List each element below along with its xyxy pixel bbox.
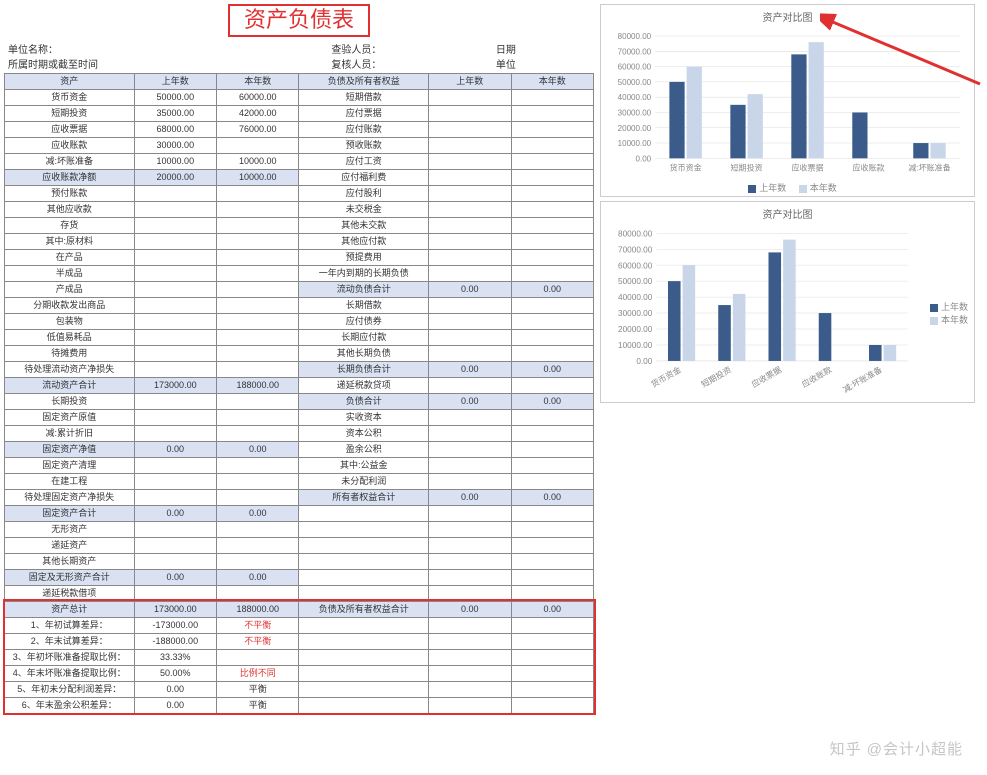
svg-text:60000.00: 60000.00: [618, 63, 652, 72]
svg-text:应收票据: 应收票据: [750, 365, 783, 390]
col-prev2: 上年数: [429, 73, 511, 89]
svg-text:50000.00: 50000.00: [618, 278, 653, 287]
table-row: 递延税款借项: [5, 585, 594, 601]
table-row: 货币资金50000.0060000.00短期借款: [5, 89, 594, 105]
table-row: 无形资产: [5, 521, 594, 537]
table-row: 固定资产合计0.000.00: [5, 505, 594, 521]
col-asset: 资产: [5, 73, 135, 89]
check-row: 5、年初未分配利润差异：0.00平衡: [5, 681, 594, 697]
svg-text:30000.00: 30000.00: [618, 108, 652, 117]
label-reviewer: 复核人员：: [327, 58, 492, 73]
table-row: 半成品一年内到期的长期负债: [5, 265, 594, 281]
svg-text:减:坏账准备: 减:坏账准备: [908, 162, 950, 172]
check-row: 1、年初试算差异：-173000.00不平衡: [5, 617, 594, 633]
balance-sheet-table: 资产 上年数 本年数 负债及所有者权益 上年数 本年数 货币资金50000.00…: [4, 73, 594, 714]
table-row: 待处理固定资产净损失所有者权益合计0.000.00: [5, 489, 594, 505]
table-row: 应收账款30000.00预收账款: [5, 137, 594, 153]
label-date: 日期: [492, 43, 571, 58]
table-row: 待摊费用其他长期负债: [5, 345, 594, 361]
table-row: 待处理流动资产净损失长期负债合计0.000.00: [5, 361, 594, 377]
label-checker: 查验人员：: [327, 43, 492, 58]
check-row: 4、年末坏账准备提取比例：50.00%比例不同: [5, 665, 594, 681]
svg-text:20000.00: 20000.00: [618, 124, 652, 133]
chart-2: 资产对比图 0.00 10000.00 20000.00 30000.00 40000.…: [600, 201, 975, 403]
chart-1-title: 资产对比图: [607, 9, 968, 24]
svg-text:0.00: 0.00: [636, 154, 652, 163]
chart-1-svg: 0.00 10000.00 20000.00 30000.00 40000.00 5000…: [607, 28, 968, 178]
col-liab: 负债及所有者权益: [299, 73, 429, 89]
table-row: 应收票据68000.0076000.00应付账款: [5, 121, 594, 137]
table-row: 其他应收款未交税金: [5, 201, 594, 217]
svg-text:短期投资: 短期投资: [699, 365, 732, 390]
table-row: 应收账款净额20000.0010000.00应付福利费: [5, 169, 594, 185]
table-header-row: 资产 上年数 本年数 负债及所有者权益 上年数 本年数: [5, 73, 594, 89]
check-row: 3、年初坏账准备提取比例：33.33%: [5, 649, 594, 665]
check-row: 2、年末试算差异：-188000.00不平衡: [5, 633, 594, 649]
svg-text:10000.00: 10000.00: [618, 341, 653, 350]
svg-text:应收账款: 应收账款: [852, 162, 884, 172]
table-row: 固定资产清理其中:公益金: [5, 457, 594, 473]
table-row: 产成品流动负债合计0.000.00: [5, 281, 594, 297]
chart-1-legend: 上年数 本年数: [607, 181, 968, 194]
svg-text:40000.00: 40000.00: [618, 93, 652, 102]
col-prev: 上年数: [134, 73, 216, 89]
table-row: 长期投资负债合计0.000.00: [5, 393, 594, 409]
svg-text:货币资金: 货币资金: [649, 365, 682, 390]
check-row: 6、年末盈余公积差异：0.00平衡: [5, 697, 594, 713]
table-row: 固定资产净值0.000.00盈余公积: [5, 441, 594, 457]
table-row: 分期收款发出商品长期借款: [5, 297, 594, 313]
chart-2-svg: 0.00 10000.00 20000.00 30000.00 40000.00 5000…: [607, 225, 916, 400]
chart-2-title: 资产对比图: [607, 206, 968, 221]
watermark: 知乎 @会计小超能: [830, 738, 963, 759]
table-row: 预付账款应付股利: [5, 185, 594, 201]
chart-2-legend: 上年数 本年数: [920, 300, 968, 326]
chart-1: 资产对比图 0.00 10000.00 20000.00 30000.00 40000.…: [600, 4, 975, 197]
label-unit: 单位: [492, 58, 571, 73]
table-row: 其中:原材料其他应付款: [5, 233, 594, 249]
table-row: 流动资产合计173000.00188000.00递延税款贷项: [5, 377, 594, 393]
label-unit-name: 单位名称：: [4, 43, 282, 58]
col-curr2: 本年数: [511, 73, 593, 89]
table-row: 在建工程未分配利润: [5, 473, 594, 489]
table-row: 固定资产原值实收资本: [5, 409, 594, 425]
table-row: 低值易耗品长期应付款: [5, 329, 594, 345]
svg-text:应收账款: 应收账款: [800, 365, 833, 390]
col-curr: 本年数: [217, 73, 299, 89]
svg-text:应收票据: 应收票据: [792, 162, 824, 172]
table-row: 包装物应付债券: [5, 313, 594, 329]
svg-text:0.00: 0.00: [636, 357, 652, 366]
svg-text:60000.00: 60000.00: [618, 262, 653, 271]
table-row: 存货其他未交款: [5, 217, 594, 233]
page-title: 资产负债表: [228, 4, 370, 37]
svg-text:30000.00: 30000.00: [618, 310, 653, 319]
svg-text:短期投资: 短期投资: [731, 162, 763, 172]
svg-text:80000.00: 80000.00: [618, 32, 652, 41]
table-row: 在产品预提费用: [5, 249, 594, 265]
svg-text:70000.00: 70000.00: [618, 47, 652, 56]
total-row: 资产总计173000.00188000.00负债及所有者权益合计0.000.00: [5, 601, 594, 617]
svg-text:50000.00: 50000.00: [618, 78, 652, 87]
svg-text:减:坏账准备: 减:坏账准备: [841, 365, 884, 395]
svg-text:70000.00: 70000.00: [618, 246, 653, 255]
table-row: 减:坏账准备10000.0010000.00应付工资: [5, 153, 594, 169]
label-period: 所属时期或截至时间: [4, 58, 282, 73]
table-row: 减:累计折旧资本公积: [5, 425, 594, 441]
table-row: 短期投资35000.0042000.00应付票据: [5, 105, 594, 121]
svg-text:40000.00: 40000.00: [618, 294, 653, 303]
svg-text:10000.00: 10000.00: [618, 139, 652, 148]
table-row: 固定及无形资产合计0.000.00: [5, 569, 594, 585]
svg-text:20000.00: 20000.00: [618, 326, 653, 335]
table-row: 递延资产: [5, 537, 594, 553]
svg-text:货币资金: 货币资金: [670, 162, 702, 172]
svg-text:80000.00: 80000.00: [618, 230, 653, 239]
table-row: 其他长期资产: [5, 553, 594, 569]
